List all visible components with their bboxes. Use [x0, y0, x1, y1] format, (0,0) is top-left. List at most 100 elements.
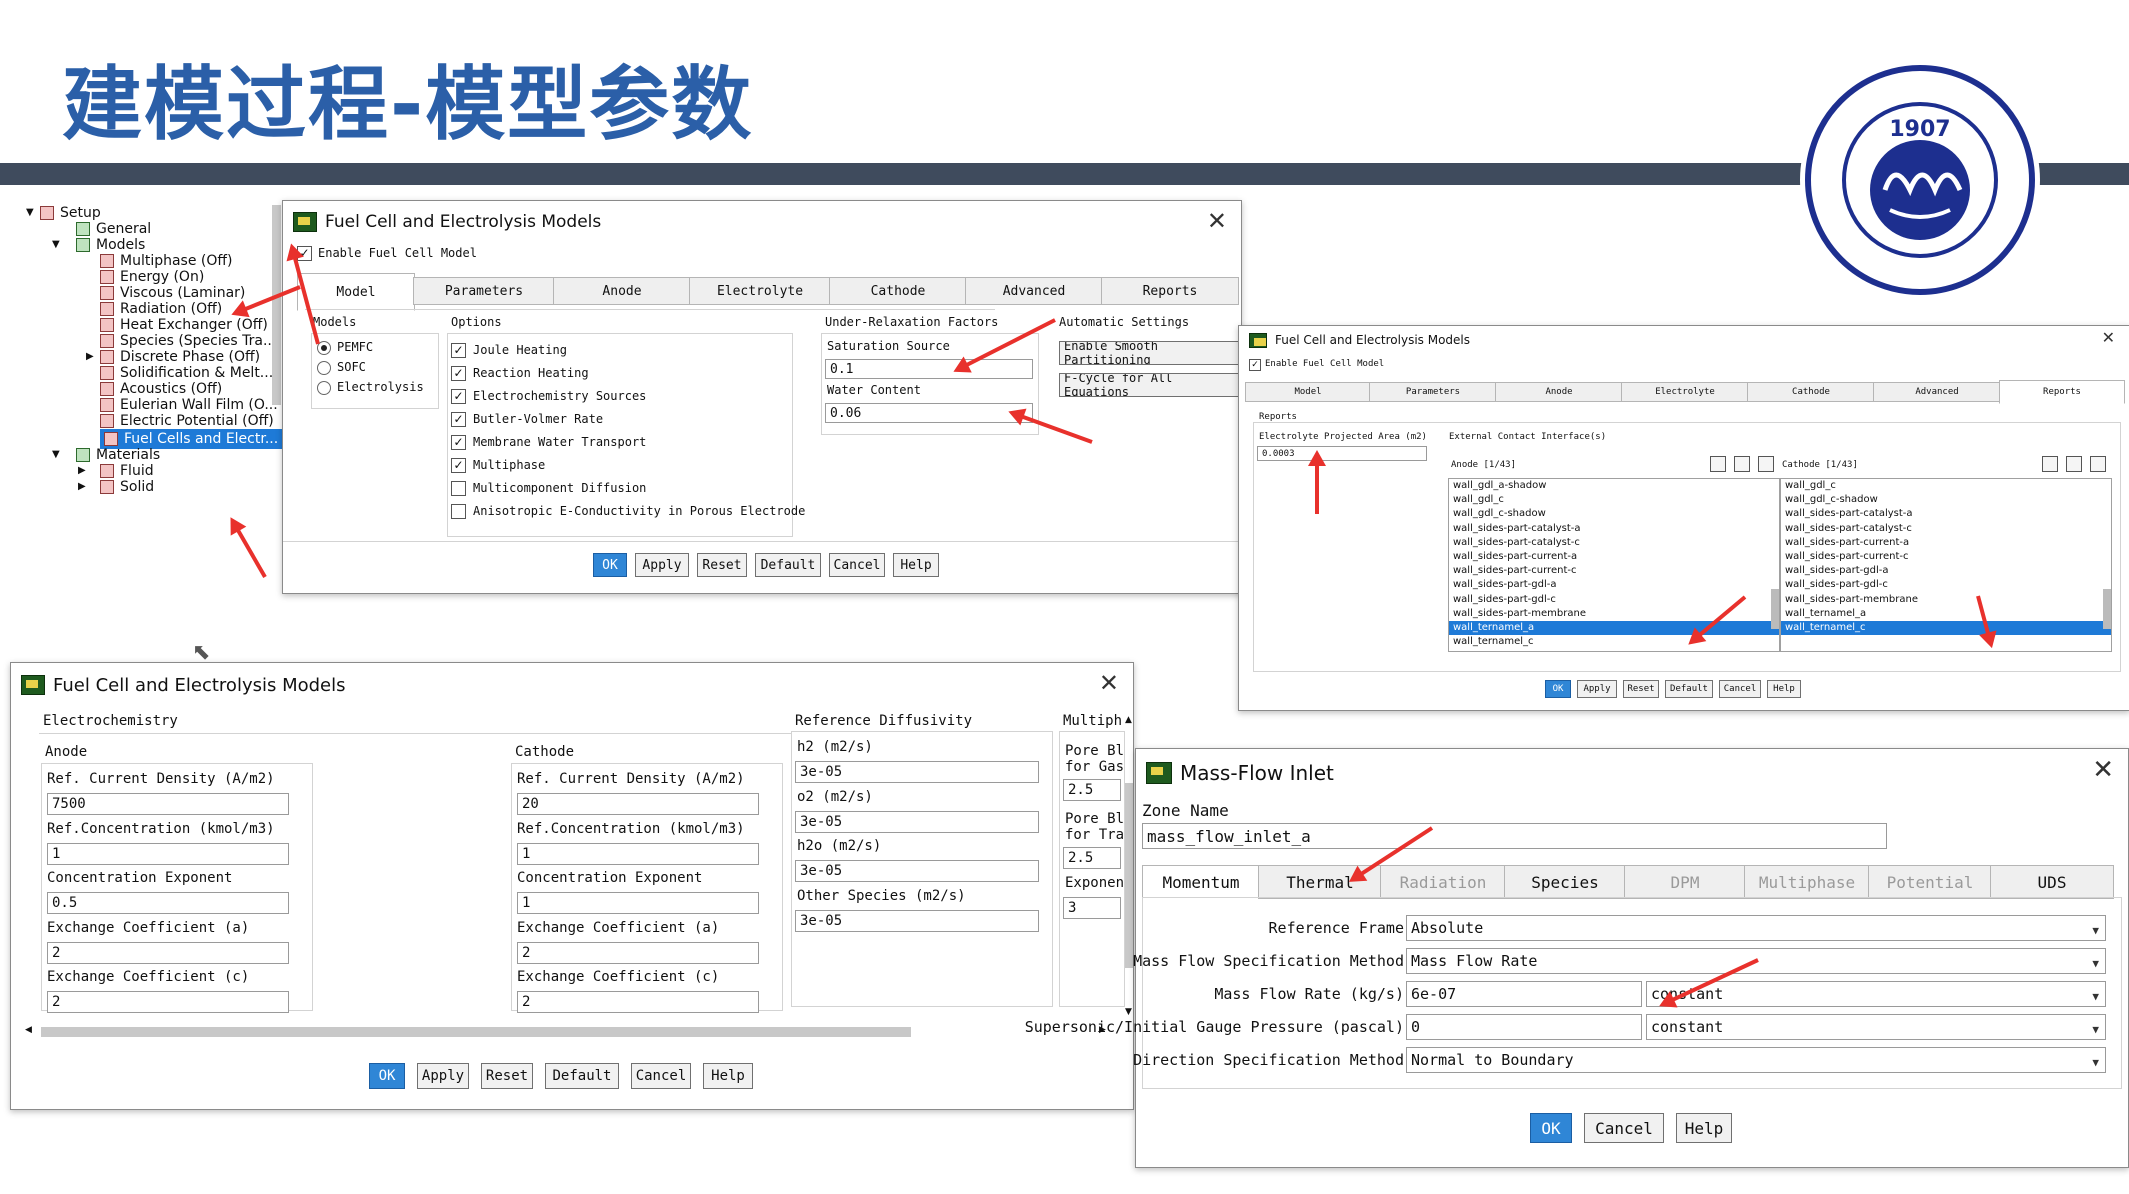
option-checkbox[interactable]: ✓ — [451, 458, 466, 473]
tree-item[interactable]: Eulerian Wall Film (O... — [100, 397, 278, 413]
option-checkbox[interactable]: ✓ — [451, 412, 466, 427]
field-input[interactable]: 2 — [47, 991, 289, 1013]
method-dropdown[interactable]: constant ▼ — [1646, 1014, 2106, 1040]
option-checkbox[interactable]: ✓ — [451, 389, 466, 404]
zone-name-input[interactable]: mass_flow_inlet_a — [1142, 823, 1887, 849]
saturation-input[interactable]: 0.1 — [825, 359, 1033, 379]
tab-reports[interactable]: Reports — [1999, 380, 2125, 404]
expand-toggle-icon[interactable]: ▼ — [26, 207, 34, 218]
option-checkbox[interactable]: ✓ — [451, 366, 466, 381]
tab-parameters[interactable]: Parameters — [1369, 382, 1497, 402]
help-button[interactable]: Help — [1767, 680, 1801, 698]
apply-button[interactable]: Apply — [417, 1063, 469, 1089]
tab-dpm[interactable]: DPM — [1624, 865, 1746, 899]
tree-item[interactable]: Species (Species Tra... — [100, 333, 276, 349]
tab-anode[interactable]: Anode — [553, 277, 691, 305]
expand-toggle-icon[interactable]: ▶ — [78, 465, 86, 476]
apply-button[interactable]: Apply — [635, 553, 689, 577]
default-button[interactable]: Default — [755, 553, 821, 577]
list-item[interactable]: wall_sides-part-current-c — [1781, 550, 2111, 564]
field-input[interactable]: 1 — [47, 842, 289, 865]
model-radio[interactable] — [317, 361, 331, 375]
option-checkbox[interactable]: ✓ — [451, 343, 466, 358]
tab-uds[interactable]: UDS — [1990, 865, 2114, 899]
tree-item[interactable]: Discrete Phase (Off) — [100, 349, 260, 365]
reset-button[interactable]: Reset — [1623, 680, 1659, 698]
select-all-icon[interactable] — [2090, 456, 2106, 472]
list-item[interactable]: wall_sides-part-gdl-c — [1449, 593, 1779, 607]
tab-anode[interactable]: Anode — [1495, 382, 1623, 402]
horizontal-scrollbar[interactable] — [41, 1027, 911, 1037]
area-input[interactable]: 0.0003 — [1257, 446, 1427, 461]
list-item[interactable]: wall_sides-part-gdl-a — [1781, 564, 2111, 578]
option-checkbox[interactable] — [451, 504, 466, 519]
select-all-icon[interactable] — [1758, 456, 1774, 472]
list-item[interactable]: wall_gdl_c — [1449, 493, 1779, 507]
scroll-left-icon[interactable]: ◀ — [25, 1025, 32, 1035]
expand-toggle-icon[interactable]: ▼ — [52, 239, 60, 250]
list-item[interactable]: wall_gdl_c — [1781, 479, 2111, 493]
scroll-down-icon[interactable]: ▼ — [1125, 1007, 1132, 1017]
water-content-input[interactable]: 0.06 — [825, 403, 1033, 423]
list-item[interactable]: wall_sides-part-catalyst-a — [1449, 522, 1779, 536]
list-item[interactable]: wall_ternamel_a — [1449, 620, 1779, 636]
ok-button[interactable]: OK — [1545, 680, 1571, 698]
tab-reports[interactable]: Reports — [1101, 277, 1239, 305]
tab-cathode[interactable]: Cathode — [829, 277, 967, 305]
tab-multiphase[interactable]: Multiphase — [1744, 865, 1870, 899]
tree-item[interactable]: Radiation (Off) — [100, 301, 222, 317]
tree-item[interactable]: Energy (On) — [100, 269, 204, 285]
tab-electrolyte[interactable]: Electrolyte — [689, 277, 831, 305]
list-item[interactable]: wall_gdl_c-shadow — [1449, 507, 1779, 521]
tree-item[interactable]: General — [76, 221, 151, 237]
list-item[interactable]: wall_sides-part-catalyst-a — [1781, 507, 2111, 521]
tree-item[interactable]: Electric Potential (Off) — [100, 413, 274, 429]
tab-potential[interactable]: Potential — [1868, 865, 1992, 899]
tab-momentum[interactable]: Momentum — [1142, 865, 1260, 899]
tab-cathode[interactable]: Cathode — [1747, 382, 1875, 402]
tree-item[interactable]: Fuel Cells and Electr... — [100, 429, 283, 449]
vertical-scrollbar[interactable] — [1125, 783, 1133, 968]
cancel-button[interactable]: Cancel — [1719, 680, 1761, 698]
field-input[interactable]: 0.5 — [47, 892, 289, 914]
apply-button[interactable]: Apply — [1577, 680, 1617, 698]
close-icon[interactable]: ✕ — [2092, 755, 2114, 785]
default-button[interactable]: Default — [545, 1063, 619, 1089]
list-item[interactable]: wall_sides-part-gdl-c — [1781, 578, 2111, 592]
filter-icon[interactable] — [1734, 456, 1750, 472]
tab-advanced[interactable]: Advanced — [965, 277, 1103, 305]
value-input[interactable]: 0 — [1406, 1014, 1642, 1040]
list-item[interactable]: wall_sides-part-current-a — [1781, 536, 2111, 550]
filter-icon[interactable] — [2066, 456, 2082, 472]
tree-item[interactable]: Solid — [100, 479, 154, 495]
tree-item[interactable]: Viscous (Laminar) — [100, 285, 245, 301]
tree-item[interactable]: Models — [76, 237, 145, 253]
tree-item[interactable]: Fluid — [100, 463, 154, 479]
ok-button[interactable]: OK — [1530, 1113, 1572, 1143]
expand-toggle-icon[interactable]: ▶ — [78, 481, 86, 492]
list-item[interactable]: wall_sides-part-gdl-a — [1449, 578, 1779, 592]
list-view-icon[interactable] — [1710, 456, 1726, 472]
expand-toggle-icon[interactable]: ▶ — [86, 351, 94, 362]
tree-item[interactable]: Multiphase (Off) — [100, 253, 233, 269]
list-item[interactable]: wall_ternamel_a — [1781, 607, 2111, 621]
help-button[interactable]: Help — [1676, 1113, 1732, 1143]
help-button[interactable]: Help — [703, 1063, 753, 1089]
dropdown-select[interactable]: Absolute ▼ — [1406, 915, 2106, 941]
expand-toggle-icon[interactable]: ▼ — [52, 449, 60, 460]
cancel-button[interactable]: Cancel — [829, 553, 885, 577]
dropdown-select[interactable]: Normal to Boundary ▼ — [1406, 1047, 2106, 1073]
value-input[interactable]: 6e-07 — [1406, 981, 1642, 1007]
list-item[interactable]: wall_sides-part-current-c — [1449, 564, 1779, 578]
fcycle-button[interactable]: F-Cycle for All Equations — [1059, 373, 1241, 397]
close-icon[interactable]: ✕ — [1207, 207, 1227, 235]
list-item[interactable]: wall_sides-part-current-a — [1449, 550, 1779, 564]
tree-item[interactable]: Solidification & Melt... — [100, 365, 273, 381]
list-item[interactable]: wall_gdl_a-shadow — [1449, 479, 1779, 493]
tab-advanced[interactable]: Advanced — [1873, 382, 2001, 402]
tree-item[interactable]: Acoustics (Off) — [100, 381, 222, 397]
list-item[interactable]: wall_ternamel_c — [1449, 635, 1779, 649]
ok-button[interactable]: OK — [369, 1063, 405, 1089]
field-input[interactable]: 7500 — [47, 793, 289, 815]
close-icon[interactable]: ✕ — [1099, 669, 1119, 697]
